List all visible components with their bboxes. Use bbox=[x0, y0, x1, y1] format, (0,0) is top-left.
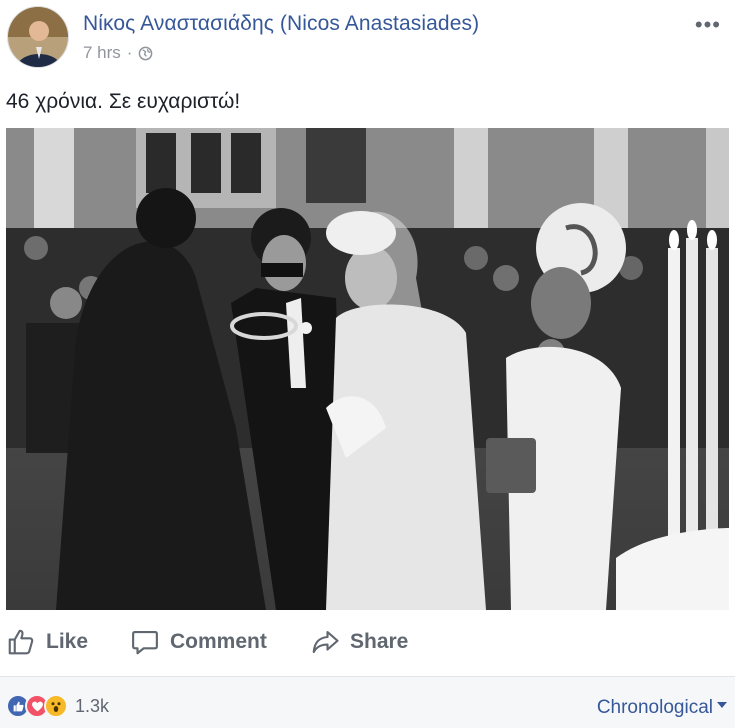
like-label: Like bbox=[46, 630, 89, 653]
comment-button[interactable]: Comment bbox=[130, 627, 267, 657]
post-actions: Like Comment Share bbox=[0, 614, 735, 672]
share-label: Share bbox=[350, 630, 409, 653]
share-arrow-icon bbox=[312, 630, 339, 654]
author-avatar[interactable] bbox=[7, 6, 69, 68]
meta-separator: · bbox=[126, 43, 133, 62]
facebook-post: Νίκος Αναστασιάδης (Nicos Anastasiades) … bbox=[0, 0, 735, 728]
thumbs-up-icon bbox=[8, 629, 34, 655]
comment-sort-dropdown[interactable]: Chronological bbox=[597, 697, 727, 719]
more-options-icon[interactable]: ••• bbox=[695, 12, 721, 38]
globe-icon[interactable] bbox=[138, 46, 153, 61]
share-button[interactable]: Share bbox=[310, 627, 408, 657]
caret-down-icon bbox=[717, 702, 727, 708]
author-name[interactable]: Νίκος Αναστασιάδης (Nicos Anastasiades) bbox=[83, 12, 479, 36]
post-caption: 46 χρόνια. Σε ευχαριστώ! bbox=[6, 90, 241, 113]
reactions-bar: 1.3k Chronological bbox=[0, 676, 735, 728]
sort-label: Chronological bbox=[596, 697, 713, 718]
post-meta: 7 hrs · bbox=[83, 43, 153, 63]
post-photo[interactable] bbox=[6, 128, 729, 610]
reaction-count[interactable]: 1.3k bbox=[75, 696, 109, 717]
comment-label: Comment bbox=[170, 630, 267, 653]
wow-reaction-icon bbox=[44, 694, 68, 718]
post-timestamp[interactable]: 7 hrs bbox=[83, 43, 121, 63]
comment-bubble-icon bbox=[132, 630, 158, 655]
reaction-summary[interactable]: 1.3k bbox=[6, 694, 109, 718]
like-button[interactable]: Like bbox=[6, 627, 88, 657]
